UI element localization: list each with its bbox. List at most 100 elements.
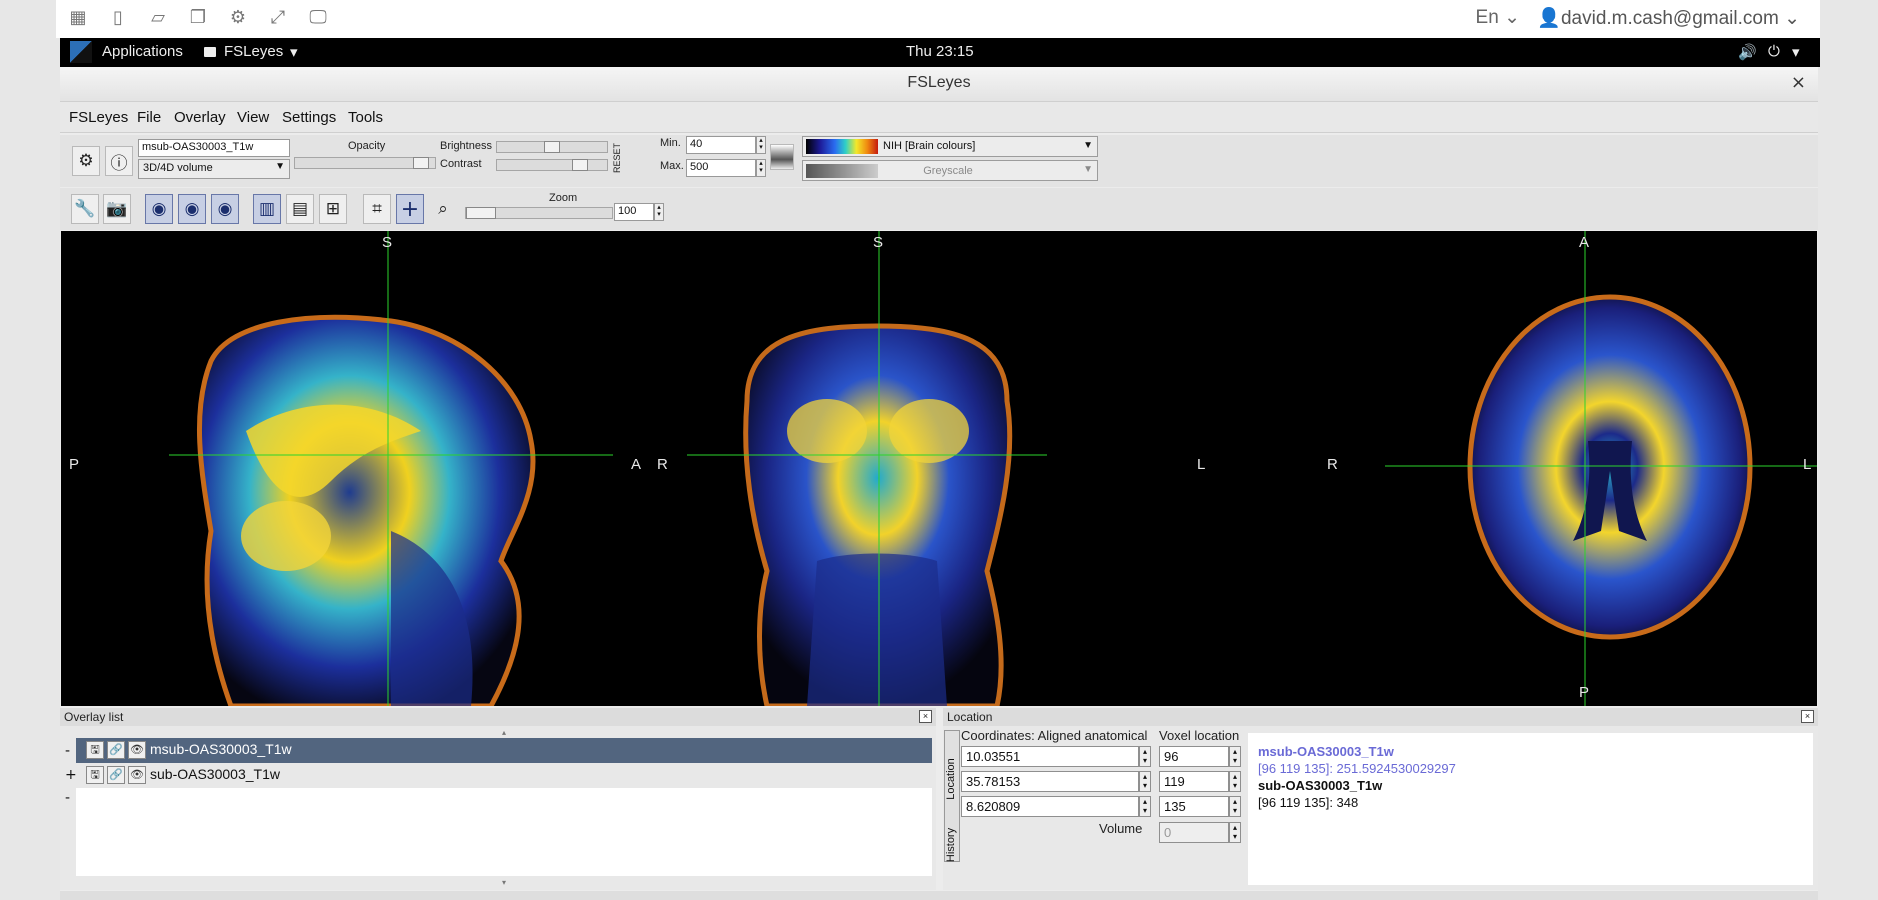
zoom-field[interactable]: 100 [614, 203, 654, 221]
reset-zoom-icon[interactable]: ⌗ [363, 194, 391, 224]
display-icon[interactable]: 🖵 [308, 8, 328, 28]
zoom-slider[interactable] [465, 207, 613, 219]
coronal-toggle-icon[interactable]: ◉ [178, 194, 206, 224]
sagittal-toggle-icon[interactable]: ◉ [145, 194, 173, 224]
voxel-z-field[interactable]: 135 [1159, 796, 1229, 817]
menu-file[interactable]: File [137, 109, 161, 126]
contrast-slider-handle[interactable] [572, 159, 588, 171]
brightness-slider[interactable] [496, 141, 608, 153]
coord-z-spinner[interactable]: ▴ ▾ [1139, 796, 1151, 817]
voxel-y-field[interactable]: 119 [1159, 771, 1229, 792]
overlay-type-select[interactable]: 3D/4D volume ▼ [138, 159, 290, 179]
opacity-slider-handle[interactable] [413, 157, 429, 169]
wrench-icon[interactable]: 🔧 [71, 194, 99, 224]
colormap-select[interactable]: NIH [Brain colours] ▼ [802, 136, 1098, 157]
opacity-slider[interactable] [294, 157, 436, 169]
coronal-top-label: S [873, 234, 884, 251]
coord-x-spinner[interactable]: ▴ ▾ [1139, 746, 1151, 767]
gear-icon[interactable]: ⚙ [72, 146, 100, 176]
max-spinner[interactable]: ▴ ▾ [756, 159, 766, 177]
overlay-list-item[interactable]: 🖫 🔗 👁 msub-OAS30003_T1w [76, 738, 932, 763]
menu-settings[interactable]: Settings [282, 109, 336, 126]
menu-tools[interactable]: Tools [348, 109, 383, 126]
collapse-toggle[interactable]: - [65, 743, 70, 759]
language-menu[interactable]: En ⌄ [1476, 6, 1520, 29]
zoom-spinner[interactable]: ▴ ▾ [654, 203, 664, 221]
min-spinner[interactable]: ▴ ▾ [756, 136, 766, 154]
power-icon[interactable]: ⏻ [1768, 43, 1780, 60]
crosshair-toggle-icon[interactable]: + [396, 194, 424, 224]
contrast-slider[interactable] [496, 159, 608, 171]
vertical-layout-icon[interactable]: ▤ [286, 194, 314, 224]
tab-history[interactable]: History [945, 815, 957, 875]
axial-toggle-icon[interactable]: ◉ [211, 194, 239, 224]
coord-y-field[interactable]: 35.78153 [961, 771, 1139, 792]
info-icon[interactable]: ⓘ [105, 146, 133, 176]
link-icon[interactable]: 🔗 [107, 741, 125, 759]
volume-label: Volume [1099, 821, 1143, 836]
link-icon[interactable]: 🔗 [107, 766, 125, 784]
min-field[interactable]: 40 [686, 136, 756, 154]
horizontal-layout-icon[interactable]: ▥ [253, 194, 281, 224]
fullscreen-icon[interactable]: ⤢ [268, 8, 288, 28]
coord-x-field[interactable]: 10.03551 [961, 746, 1139, 767]
copy-icon[interactable]: ❐ [188, 8, 208, 28]
coordinates-label: Coordinates: Aligned anatomical [961, 728, 1148, 743]
axial-bottom-label: P [1579, 684, 1590, 701]
gear-icon[interactable]: ⚙ [228, 8, 248, 28]
chevron-down-icon[interactable]: ▾ [1792, 43, 1800, 61]
overlay-list-empty-area[interactable] [76, 788, 932, 876]
link-colormap-icon[interactable] [770, 144, 794, 170]
max-field[interactable]: 500 [686, 159, 756, 177]
coronal-view[interactable]: S R L [647, 231, 1233, 706]
negative-colormap-select: Greyscale ▼ [802, 160, 1098, 181]
menu-view[interactable]: View [237, 109, 269, 126]
add-overlay-button[interactable]: + [65, 767, 77, 783]
volume-icon[interactable]: 🔊 [1738, 43, 1757, 61]
close-icon[interactable]: × [1801, 710, 1814, 723]
active-app-menu[interactable]: FSLeyes [224, 43, 283, 60]
voxel-x-spinner[interactable]: ▴ ▾ [1229, 746, 1241, 767]
eye-icon[interactable]: 👁 [128, 741, 146, 759]
eye-icon[interactable]: 👁 [128, 766, 146, 784]
axial-view[interactable]: A R L P [1233, 231, 1817, 706]
voxel-x-field[interactable]: 96 [1159, 746, 1229, 767]
grid-layout-icon[interactable]: ⊞ [319, 194, 347, 224]
grid-icon[interactable]: ▦ [68, 8, 88, 28]
menu-overlay[interactable]: Overlay [174, 109, 226, 126]
sagittal-view[interactable]: S P A [61, 231, 647, 706]
chevron-down-icon: ▾ [290, 44, 298, 61]
close-icon[interactable]: × [1791, 72, 1806, 93]
menu-fsleyes[interactable]: FSLeyes [69, 109, 128, 126]
zoom-slider-handle[interactable] [466, 207, 496, 219]
scroll-down-icon[interactable]: ▾ [76, 878, 932, 887]
camera-icon[interactable]: 📷 [103, 194, 131, 224]
window-switch-icon[interactable]: ▯ [108, 8, 128, 28]
applications-menu[interactable]: Applications [102, 43, 183, 60]
scroll-up-icon[interactable]: ▴ [76, 728, 932, 737]
user-menu[interactable]: 👤david.m.cash@gmail.com ⌄ [1537, 6, 1800, 30]
brightness-slider-handle[interactable] [544, 141, 560, 153]
clock[interactable]: Thu 23:15 [906, 43, 974, 60]
close-icon[interactable]: × [919, 710, 932, 723]
overlay-type-value: 3D/4D volume [143, 162, 213, 174]
user-icon: 👤 [1537, 8, 1561, 29]
voxel-y-spinner[interactable]: ▴ ▾ [1229, 771, 1241, 792]
search-icon[interactable]: ⌕ [429, 194, 457, 224]
voxel-z-spinner[interactable]: ▴ ▾ [1229, 796, 1241, 817]
folder-open-icon[interactable]: ▱ [148, 8, 168, 28]
reset-button[interactable]: RESET [612, 143, 622, 173]
chevron-down-icon: ⌄ [1784, 8, 1800, 29]
save-icon[interactable]: 🖫 [86, 741, 104, 759]
ortho-canvas[interactable]: S P A S R L A R L P [61, 231, 1817, 706]
coord-y-spinner[interactable]: ▴ ▾ [1139, 771, 1151, 792]
save-icon[interactable]: 🖫 [86, 766, 104, 784]
overlay-list-title: Overlay list [64, 710, 124, 724]
window-titlebar[interactable]: FSLeyes × [60, 67, 1818, 102]
tab-location[interactable]: Location [945, 749, 957, 809]
remove-overlay-button[interactable]: - [65, 790, 70, 806]
coord-z-field[interactable]: 8.620809 [961, 796, 1139, 817]
overlay-list-item[interactable]: 🖫 🔗 👁 sub-OAS30003_T1w [76, 763, 932, 788]
status-bar [60, 891, 1818, 900]
overlay-name-field[interactable]: msub-OAS30003_T1w [138, 139, 290, 157]
